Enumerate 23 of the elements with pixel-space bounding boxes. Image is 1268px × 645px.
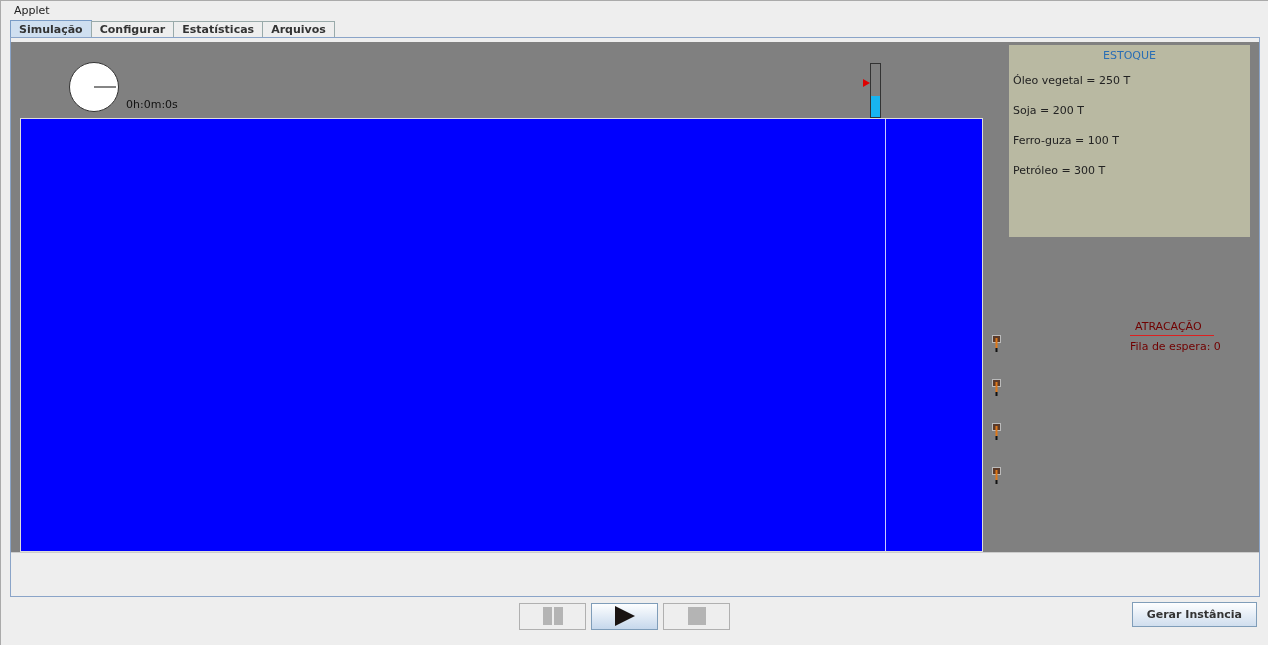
pause-icon — [542, 607, 563, 625]
stock-title: ESTOQUE — [1102, 49, 1157, 62]
stock-item: Petróleo = 300 T — [1013, 164, 1107, 179]
bollard-icon — [992, 467, 1001, 485]
marker-icon — [863, 78, 870, 87]
stock-item: Óleo vegetal = 250 T — [1013, 74, 1132, 89]
berthing-title: ATRACAÇÃO — [1130, 320, 1214, 336]
tab[interactable]: Arquivos — [262, 21, 335, 37]
generate-button[interactable]: Gerar Instância — [1131, 602, 1257, 627]
stock-item: Ferro-guza = 100 T — [1013, 134, 1120, 149]
bollard-icon — [992, 379, 1001, 397]
tab[interactable]: Configurar — [90, 21, 175, 37]
elapsed-time: 0h:0m:0s — [126, 98, 178, 111]
window-title: Applet — [13, 3, 51, 19]
queue-count: Fila de espera: 0 — [1130, 340, 1221, 353]
bollard-icon — [992, 335, 1001, 353]
bollard-icon — [992, 423, 1001, 441]
clock-icon — [68, 61, 120, 113]
tab[interactable]: Simulação — [10, 20, 92, 37]
play-button[interactable] — [591, 602, 658, 630]
stock-item: Soja = 200 T — [1013, 104, 1085, 119]
play-icon — [614, 606, 635, 626]
stop-icon — [687, 607, 706, 625]
